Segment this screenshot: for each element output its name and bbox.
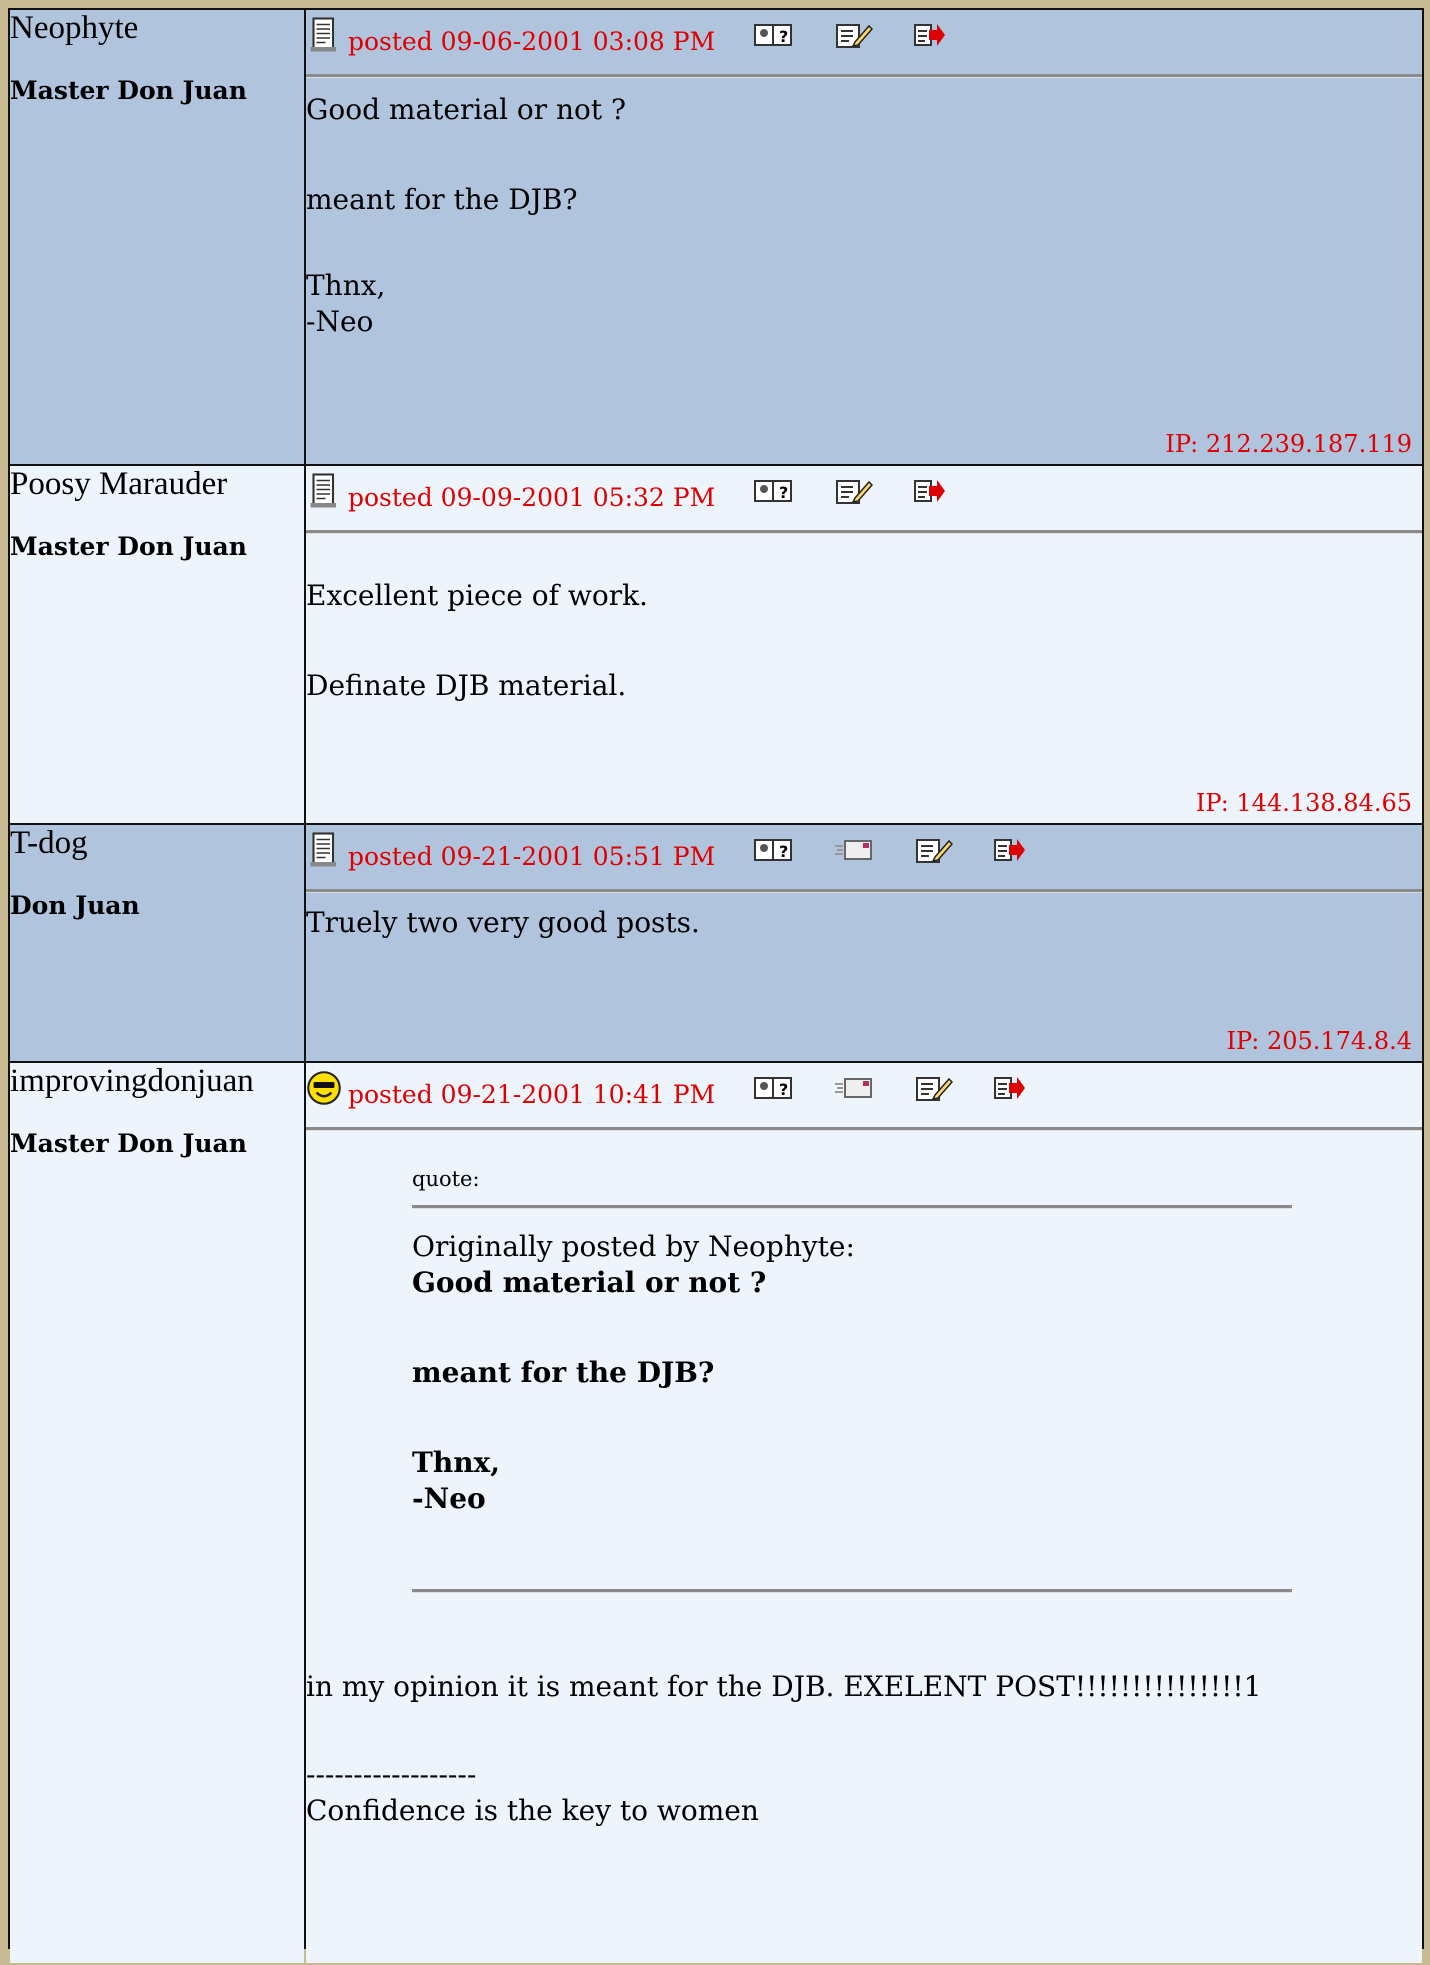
email-icon[interactable] xyxy=(833,835,873,865)
signature: Confidence is the key to women xyxy=(306,1794,759,1827)
post-row: T-dog Don Juan posted 09-21-2001 05:51 P… xyxy=(10,825,1422,1061)
author-cell: T-dog Don Juan xyxy=(10,825,304,1061)
author-name[interactable]: Poosy Marauder xyxy=(10,466,304,502)
profile-icon[interactable]: ? xyxy=(753,1073,793,1103)
post-line: Definate DJB material. xyxy=(306,669,627,702)
reply-icon[interactable] xyxy=(913,20,946,50)
post-separator xyxy=(306,530,1422,534)
quote-separator-bottom xyxy=(412,1589,1292,1593)
reply-icon[interactable] xyxy=(993,835,1026,865)
post-separator xyxy=(306,74,1422,78)
author-cell: Poosy Marauder Master Don Juan xyxy=(10,466,304,823)
reply-icon[interactable] xyxy=(913,476,946,506)
quote-line: -Neo xyxy=(412,1482,486,1515)
post-separator xyxy=(306,1127,1422,1131)
author-cell: Neophyte Master Don Juan xyxy=(10,10,304,464)
svg-text:?: ? xyxy=(779,842,788,861)
signature-divider: ------------------ xyxy=(306,1758,477,1791)
posted-date: posted 09-06-2001 03:08 PM xyxy=(348,26,716,56)
reply-icon[interactable] xyxy=(993,1073,1026,1103)
author-name[interactable]: Neophyte xyxy=(10,10,304,46)
edit-icon[interactable] xyxy=(913,835,954,865)
post-line: Truely two very good posts. xyxy=(306,906,700,939)
post-cell: posted 09-21-2001 10:41 PM ? quote: Orig… xyxy=(306,1063,1422,1963)
post-row: improvingdonjuan Master Don Juan posted … xyxy=(10,1063,1422,1963)
post-cell: posted 09-09-2001 05:32 PM ? Excellent p… xyxy=(306,466,1422,823)
author-rank: Master Don Juan xyxy=(10,532,247,561)
post-row: Neophyte Master Don Juan posted 09-06-20… xyxy=(10,10,1422,464)
post-line: meant for the DJB? xyxy=(306,183,578,216)
document-icon xyxy=(310,17,336,52)
profile-icon[interactable]: ? xyxy=(753,835,793,865)
author-name[interactable]: improvingdonjuan xyxy=(10,1063,304,1099)
svg-text:?: ? xyxy=(779,1080,788,1099)
posted-date: posted 09-09-2001 05:32 PM xyxy=(348,482,716,512)
profile-icon[interactable]: ? xyxy=(753,476,793,506)
post-cell: posted 09-06-2001 03:08 PM ? Good materi… xyxy=(306,10,1422,464)
post-cell: posted 09-21-2001 05:51 PM ? Truely two … xyxy=(306,825,1422,1061)
edit-icon[interactable] xyxy=(833,20,874,50)
posted-date: posted 09-21-2001 10:41 PM xyxy=(348,1079,716,1109)
post-line: Thnx, xyxy=(306,269,386,302)
thread-table: Neophyte Master Don Juan posted 09-06-20… xyxy=(8,8,1424,1965)
smiley-cool-icon xyxy=(307,1071,341,1105)
post-line: Excellent piece of work. xyxy=(306,579,648,612)
edit-icon[interactable] xyxy=(913,1073,954,1103)
quote-attribution: Originally posted by Neophyte: xyxy=(412,1230,855,1263)
posted-date: posted 09-21-2001 05:51 PM xyxy=(348,841,716,871)
author-rank: Don Juan xyxy=(10,891,140,920)
ip-address: IP: 212.239.187.119 xyxy=(1165,430,1412,458)
svg-text:?: ? xyxy=(779,27,788,46)
document-icon xyxy=(310,473,336,508)
post-line: -Neo xyxy=(306,305,374,338)
author-cell: improvingdonjuan Master Don Juan xyxy=(10,1063,304,1963)
quote-line: Thnx, xyxy=(412,1446,500,1479)
profile-icon[interactable]: ? xyxy=(753,20,793,50)
quote-block: quote: Originally posted by Neophyte: Go… xyxy=(412,1167,1292,1593)
ip-address: IP: 205.174.8.4 xyxy=(1226,1027,1412,1055)
svg-text:?: ? xyxy=(779,483,788,502)
post-line: in my opinion it is meant for the DJB. E… xyxy=(306,1670,1262,1703)
quote-label: quote: xyxy=(412,1167,480,1191)
quote-line: Good material or not ? xyxy=(412,1266,767,1299)
author-rank: Master Don Juan xyxy=(10,1129,247,1158)
quote-separator-top xyxy=(412,1205,1292,1209)
post-line: Good material or not ? xyxy=(306,93,627,126)
post-row: Poosy Marauder Master Don Juan posted 09… xyxy=(10,466,1422,823)
edit-icon[interactable] xyxy=(833,476,874,506)
document-icon xyxy=(310,832,336,867)
author-name[interactable]: T-dog xyxy=(10,825,304,861)
author-rank: Master Don Juan xyxy=(10,76,247,105)
thread-frame: Neophyte Master Don Juan posted 09-06-20… xyxy=(8,8,1424,1963)
email-icon[interactable] xyxy=(833,1073,873,1103)
quote-line: meant for the DJB? xyxy=(412,1356,715,1389)
post-separator xyxy=(306,889,1422,893)
ip-address: IP: 144.138.84.65 xyxy=(1195,789,1412,817)
